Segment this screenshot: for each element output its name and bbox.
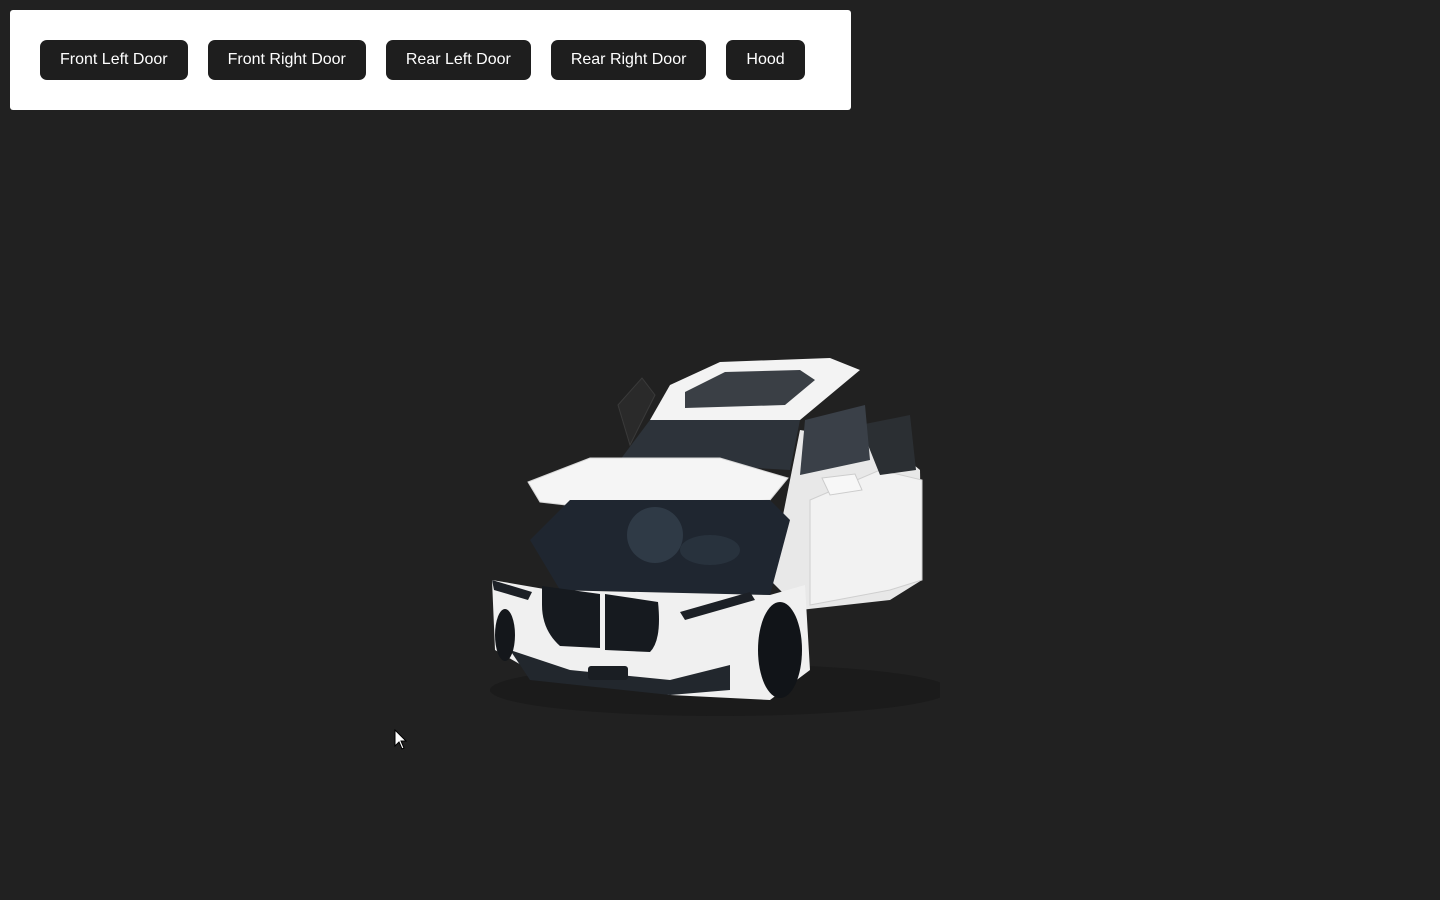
engine-cover <box>627 507 683 563</box>
3d-viewport[interactable] <box>0 120 1440 900</box>
front-left-wheel <box>495 609 515 661</box>
control-panel: Front Left Door Front Right Door Rear Le… <box>10 10 851 110</box>
hood-button[interactable]: Hood <box>726 40 805 80</box>
rear-right-door-button[interactable]: Rear Right Door <box>550 40 707 80</box>
front-right-wheel <box>758 602 802 698</box>
rear-left-door-button[interactable]: Rear Left Door <box>385 40 531 80</box>
mouse-cursor-icon <box>394 729 408 750</box>
front-left-door-button[interactable]: Front Left Door <box>40 40 188 80</box>
front-right-door-button[interactable]: Front Right Door <box>207 40 366 80</box>
right-kidney-grille <box>605 594 659 652</box>
license-plate <box>588 666 628 680</box>
car-model[interactable] <box>470 350 940 730</box>
